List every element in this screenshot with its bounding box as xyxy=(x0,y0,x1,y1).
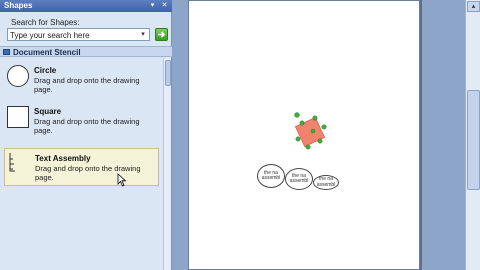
pane-close-icon[interactable]: ✕ xyxy=(160,1,169,10)
master-description: Drag and drop onto the drawing page. xyxy=(34,117,140,135)
stencil-icon xyxy=(3,49,10,55)
mouse-cursor-icon xyxy=(117,173,127,187)
vertical-scrollbar[interactable]: ▴ xyxy=(465,0,480,270)
selection-handle xyxy=(310,128,316,134)
chevron-down-icon[interactable]: ▾ xyxy=(138,30,148,40)
stencil-header[interactable]: Document Stencil xyxy=(0,46,172,57)
shapes-pane: Shapes ▾ ✕ Search for Shapes: ▾ Document… xyxy=(0,0,172,270)
selection-handle xyxy=(305,144,311,150)
square-shape-icon xyxy=(7,106,29,128)
shapes-pane-title: Shapes xyxy=(4,1,33,10)
master-name: Text Assembly xyxy=(35,154,91,163)
selection-handle xyxy=(317,138,323,144)
selection-handle xyxy=(321,124,327,130)
shapes-pane-titlebar: Shapes ▾ ✕ xyxy=(0,0,172,12)
master-square[interactable]: Square Drag and drop onto the drawing pa… xyxy=(4,102,159,140)
selection-handle xyxy=(312,115,318,121)
master-description: Drag and drop onto the drawing page. xyxy=(34,76,140,94)
drawing-page[interactable]: the na assembl the na assembl the na ass… xyxy=(188,0,420,270)
master-name: Circle xyxy=(34,66,57,75)
vertical-scroll-thumb[interactable] xyxy=(467,90,480,190)
text-assembly-bubble[interactable]: the na assembl xyxy=(257,164,285,188)
arrow-right-icon xyxy=(158,31,166,38)
stencil-title: Document Stencil xyxy=(13,48,81,57)
text-assembly-shape-icon xyxy=(9,153,15,172)
master-description: Drag and drop onto the drawing page. xyxy=(35,164,141,182)
pane-scroll-thumb[interactable] xyxy=(165,60,171,86)
master-name: Square xyxy=(34,107,62,116)
search-box[interactable]: ▾ xyxy=(7,28,150,41)
pane-menu-icon[interactable]: ▾ xyxy=(148,1,157,10)
selection-handle xyxy=(299,120,305,126)
search-input[interactable] xyxy=(10,30,130,40)
rotation-handle xyxy=(294,112,300,118)
selected-shape[interactable] xyxy=(291,110,331,156)
text-assembly-bubble[interactable]: the na assembl xyxy=(313,175,339,190)
search-go-button[interactable] xyxy=(155,28,168,41)
circle-shape-icon xyxy=(7,65,29,87)
text-assembly-bubble[interactable]: the na assembl xyxy=(285,168,313,190)
master-circle[interactable]: Circle Drag and drop onto the drawing pa… xyxy=(4,61,159,99)
master-text-assembly[interactable]: Text Assembly Drag and drop onto the dra… xyxy=(4,148,159,186)
search-label: Search for Shapes: xyxy=(11,18,80,27)
selection-handle xyxy=(295,136,301,142)
scroll-up-icon[interactable]: ▴ xyxy=(467,1,480,12)
pane-scrollbar[interactable] xyxy=(163,58,171,270)
